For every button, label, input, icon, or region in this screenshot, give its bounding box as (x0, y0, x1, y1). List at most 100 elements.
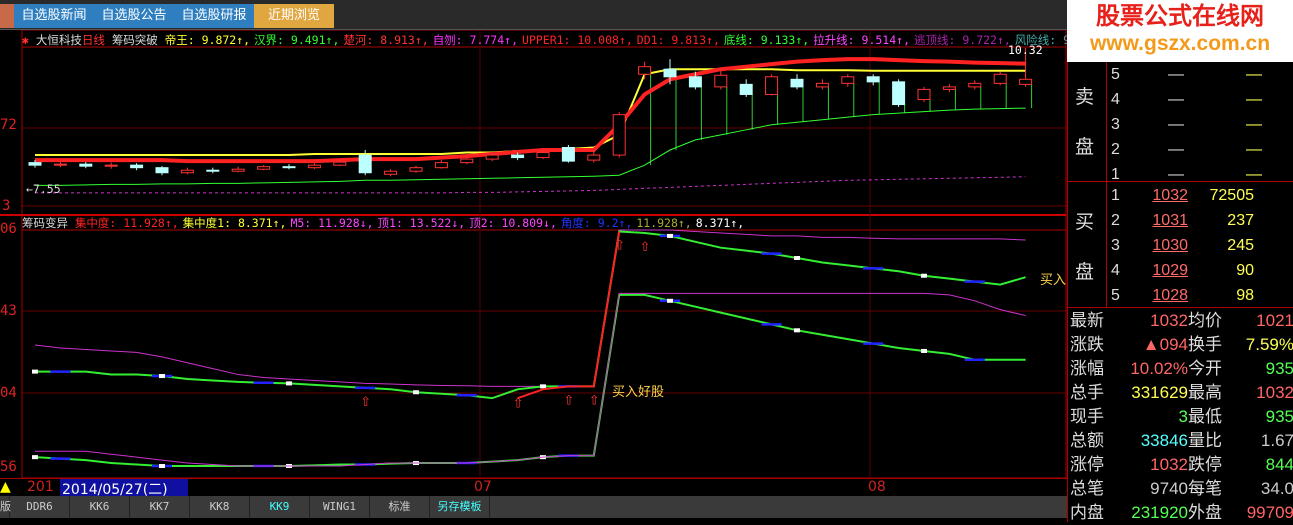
price: — (1168, 91, 1184, 108)
axis-label: 04 (0, 385, 17, 401)
buy-row: 5 1028 98 (1068, 283, 1293, 308)
legend-item: 汉界: 9.491↑, (254, 33, 340, 47)
candle (485, 154, 499, 160)
candle (104, 164, 118, 167)
quote-value: 1021 (1256, 311, 1293, 330)
marker (159, 464, 165, 468)
candle (765, 76, 779, 95)
tab-recent[interactable]: 近期浏览 (254, 4, 334, 28)
axis-label: 72 (0, 117, 17, 133)
watermark-title: 股票公式在线网 (1096, 2, 1264, 30)
selected-date: 2014/05/27(二) (60, 479, 188, 498)
axis-label: 3 (2, 198, 11, 214)
legend-item: 顶2: 10.809↓, (469, 216, 557, 230)
quote-label: 最低 (1188, 407, 1222, 426)
legend-item: 帝王: 9.872↑, (164, 33, 251, 47)
axis-label: 43 (0, 303, 17, 319)
level: 2 (1111, 212, 1120, 229)
low-price-label: ←7.55 (26, 182, 61, 196)
quote-value: 844 (1265, 455, 1293, 474)
legend-item: 8.371↑, (695, 216, 745, 230)
candle (638, 66, 652, 75)
buy-row: 1 1032 72505 (1068, 183, 1293, 208)
up-arrow-icon: ⇧ (360, 395, 371, 410)
series-集中度1 (34, 293, 1026, 467)
candle (1019, 78, 1033, 85)
indicator-name: 筹码突破 (111, 33, 158, 47)
candle (384, 170, 398, 175)
tab-research[interactable]: 自选股研报 (174, 4, 254, 28)
tab-announcements[interactable]: 自选股公告 (94, 4, 174, 28)
settings-icon[interactable]: ✱ (22, 33, 29, 47)
sell-book: 卖 盘 5— —4— —3— —2— —1— — (1068, 62, 1293, 522)
quote-value: 1032 (1256, 383, 1293, 402)
candle (866, 76, 880, 83)
quote-label: 最高 (1188, 383, 1222, 402)
legend-item: M5: 11.928↓, (290, 216, 374, 230)
candle (206, 169, 220, 172)
legend-item: UPPER1: 10.008↑, (522, 33, 633, 47)
quote-row: 总手 331629 最高 1032 (1068, 380, 1293, 405)
quote-row: 涨幅 10.02% 今开 935 (1068, 356, 1293, 381)
quote-value: ▲094 (1142, 335, 1188, 354)
level: 5 (1111, 287, 1120, 304)
candle (358, 154, 372, 174)
quote-label: 总额 (1070, 431, 1104, 450)
tab-kk7[interactable]: KK7 (130, 496, 190, 518)
buy-row: 4 1029 90 (1068, 258, 1293, 283)
quote-label: 今开 (1188, 359, 1222, 378)
candle (257, 166, 271, 170)
quote-label: 跌停 (1188, 455, 1222, 474)
candle (307, 164, 321, 169)
candle (130, 164, 144, 169)
axis-label: 56 (0, 459, 17, 475)
quote-value: 3 (1178, 407, 1188, 426)
quote-label: 涨跌 (1070, 335, 1104, 354)
quote-value: 9740 (1150, 479, 1188, 498)
candle (739, 83, 753, 95)
quote-label: 涨幅 (1070, 359, 1104, 378)
date-axis: ▲ 201 2014/05/27(二) 07 08 (0, 478, 1067, 498)
date-label: 07 (474, 479, 492, 495)
price: — (1168, 66, 1184, 83)
quote-value: 1032 (1150, 455, 1188, 474)
tab-partial[interactable] (0, 4, 14, 28)
marker (794, 256, 800, 261)
legend-item: 底线: 9.133↑, (723, 33, 810, 47)
buy-annotation: 买入好股 (612, 385, 665, 400)
tab-kk9[interactable]: KK9 (250, 496, 310, 518)
line-自刎 (35, 176, 1026, 194)
up-arrow-icon: ⇧ (589, 393, 600, 408)
quote-row: 总笔 9740 每笔 34.0 (1068, 476, 1293, 501)
tab-news[interactable]: 自选股新闻 (14, 4, 94, 28)
save-template-button[interactable]: 另存模板 (430, 496, 490, 518)
tab-standard[interactable]: 标准 (370, 496, 430, 518)
marker (413, 390, 419, 395)
quote-label: 均价 (1188, 311, 1222, 330)
candle (942, 86, 956, 90)
legend-item: 11.928↑, (636, 216, 692, 230)
indicator-name: 筹码变异 (22, 216, 68, 230)
candle (561, 146, 575, 162)
level: 5 (1111, 66, 1120, 83)
price: — (1168, 141, 1184, 158)
quote-label: 每笔 (1188, 479, 1222, 498)
marker (921, 273, 927, 278)
volume: — (1246, 141, 1262, 158)
marker (32, 369, 38, 374)
legend-item: 自刎: 7.774↑, (432, 33, 518, 47)
tab-kk6[interactable]: KK6 (70, 496, 130, 518)
quote-label: 涨停 (1070, 455, 1104, 474)
legend-item: 拉升线: 9.514↑, (813, 33, 910, 47)
kline-chart[interactable]: ⇧ ⇧ ⇧ ⇧ ⇧ ⇧ (0, 30, 1067, 478)
buy-annotation: 买入 (1040, 273, 1067, 288)
quote-label: 外盘 (1188, 503, 1222, 522)
tab-kk8[interactable]: KK8 (190, 496, 250, 518)
watermark-url: www.gszx.com.cn (1089, 32, 1271, 55)
buy-label: 买 (1075, 212, 1095, 233)
tab-ddr6[interactable]: DDR6 (10, 496, 70, 518)
tab-partial[interactable]: 版 (0, 496, 11, 518)
price: 1031 (1152, 212, 1188, 229)
tab-wing1[interactable]: WING1 (310, 496, 370, 518)
volume: 98 (1236, 287, 1254, 304)
